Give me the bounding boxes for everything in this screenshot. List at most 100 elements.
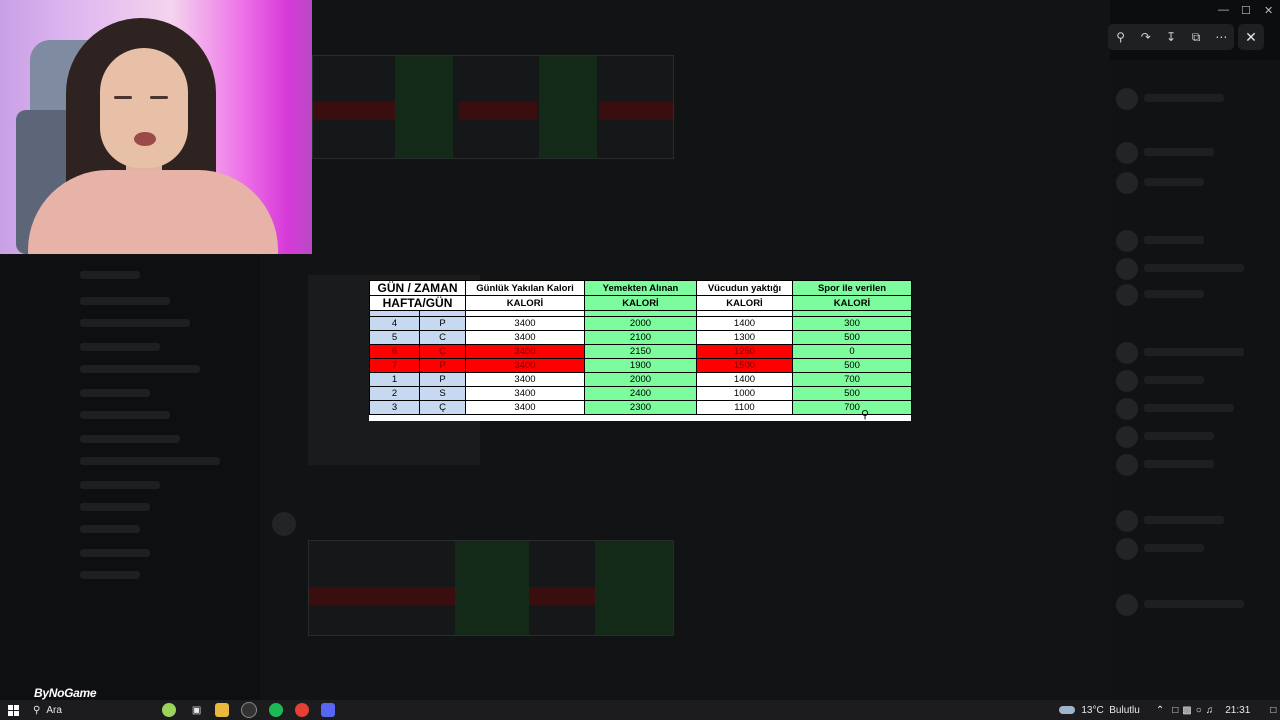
close-window-icon[interactable]: ✕ bbox=[1264, 4, 1273, 17]
table-row: 1 P 3400 2000 1400 700 bbox=[369, 372, 912, 387]
maximize-icon[interactable]: ☐ bbox=[1241, 4, 1251, 17]
table-row: 5 C 3400 2100 1300 500 bbox=[369, 330, 912, 345]
background-table-image-2 bbox=[308, 540, 674, 636]
weather-icon bbox=[1059, 706, 1076, 714]
day-cell: Ç bbox=[419, 400, 466, 415]
close-icon: ✕ bbox=[1245, 28, 1257, 45]
discord-icon[interactable] bbox=[321, 703, 336, 717]
widget-icon[interactable] bbox=[161, 703, 176, 717]
body-cell: 1500 bbox=[696, 358, 793, 373]
table-row-highlighted: 6 Ç 3400 2150 1250 0 bbox=[369, 344, 912, 359]
burned-cell: 3400 bbox=[465, 330, 585, 345]
app-icon[interactable] bbox=[241, 702, 258, 718]
spotify-icon[interactable] bbox=[269, 703, 284, 717]
file-explorer-icon[interactable] bbox=[215, 703, 230, 717]
header-unit: KALORİ bbox=[696, 295, 793, 311]
burned-cell: 3400 bbox=[465, 372, 585, 387]
table-row: 3 Ç 3400 2300 1100 700 bbox=[369, 400, 912, 415]
header-day-time: GÜN / ZAMAN bbox=[369, 280, 466, 296]
week-cell: 3 bbox=[369, 400, 420, 415]
image-viewer-toolbar: ⚲ ↷ ↧ ⧉ ⋯ bbox=[1108, 24, 1234, 50]
zoom-cursor-icon: ⚲ bbox=[861, 409, 870, 421]
week-cell: 1 bbox=[369, 372, 420, 387]
body-cell: 1300 bbox=[696, 330, 793, 345]
zoom-in-icon[interactable]: ⚲ bbox=[1112, 30, 1130, 44]
body-cell: 1400 bbox=[696, 316, 793, 331]
windows-start-icon[interactable] bbox=[8, 704, 19, 716]
streamer-shirt bbox=[28, 170, 278, 254]
burned-cell: 3400 bbox=[465, 344, 585, 359]
header-food-intake: Yemekten Alınan bbox=[584, 280, 697, 296]
food-cell: 2400 bbox=[584, 386, 697, 401]
table-row-highlighted: 7 P 3400 1900 1500 500 bbox=[369, 358, 912, 373]
food-cell: 2000 bbox=[584, 372, 697, 387]
open-external-icon[interactable]: ⧉ bbox=[1187, 30, 1205, 45]
brand-watermark: ByNoGame bbox=[34, 686, 97, 700]
food-cell: 1900 bbox=[584, 358, 697, 373]
header-row-1: GÜN / ZAMAN Günlük Yakılan Kalori Yemekt… bbox=[369, 280, 912, 296]
week-cell: 4 bbox=[369, 316, 420, 331]
day-cell: C bbox=[419, 330, 466, 345]
close-viewer-button[interactable]: ✕ bbox=[1238, 24, 1264, 50]
body-cell: 1250 bbox=[696, 344, 793, 359]
search-icon[interactable]: ⚲ bbox=[33, 705, 40, 716]
table-row: 2 S 3400 2400 1000 500 bbox=[369, 386, 912, 401]
webcam-overlay bbox=[0, 0, 312, 254]
share-icon[interactable]: ↷ bbox=[1137, 30, 1155, 44]
sport-cell: 700 bbox=[792, 372, 912, 387]
sport-cell: 500 bbox=[792, 358, 912, 373]
header-row-2: HAFTA/GÜN KALORİ KALORİ KALORİ KALORİ bbox=[369, 295, 912, 311]
burned-cell: 3400 bbox=[465, 358, 585, 373]
week-cell: 5 bbox=[369, 330, 420, 345]
sport-cell: 0 bbox=[792, 344, 912, 359]
calorie-table: GÜN / ZAMAN Günlük Yakılan Kalori Yemekt… bbox=[369, 280, 912, 415]
clock[interactable]: 21:31 bbox=[1225, 705, 1250, 716]
header-daily-burned: Günlük Yakılan Kalori bbox=[465, 280, 585, 296]
header-unit: KALORİ bbox=[792, 295, 912, 311]
channel-sidebar bbox=[0, 255, 260, 700]
taskbar-search-label[interactable]: Ara bbox=[46, 705, 62, 716]
day-cell: Ç bbox=[419, 344, 466, 359]
member-list bbox=[1110, 60, 1280, 700]
day-cell: P bbox=[419, 372, 466, 387]
tray-icons[interactable]: □▩○♫ bbox=[1172, 705, 1217, 716]
header-unit: KALORİ bbox=[584, 295, 697, 311]
minimize-icon[interactable]: — bbox=[1218, 4, 1229, 16]
sport-cell: 300 bbox=[792, 316, 912, 331]
week-cell: 2 bbox=[369, 386, 420, 401]
header-body-burned: Vücudun yaktığı bbox=[696, 280, 793, 296]
background-table-image bbox=[312, 55, 674, 159]
calorie-table-image[interactable]: GÜN / ZAMAN Günlük Yakılan Kalori Yemekt… bbox=[369, 280, 912, 421]
body-cell: 1000 bbox=[696, 386, 793, 401]
chevron-up-icon[interactable]: ⌃ bbox=[1156, 705, 1164, 716]
food-cell: 2000 bbox=[584, 316, 697, 331]
week-cell: 7 bbox=[369, 358, 420, 373]
sport-cell: 700 bbox=[792, 400, 912, 415]
burned-cell: 3400 bbox=[465, 316, 585, 331]
streamer-face bbox=[100, 48, 188, 168]
burned-cell: 3400 bbox=[465, 386, 585, 401]
download-icon[interactable]: ↧ bbox=[1162, 30, 1180, 44]
chrome-icon[interactable] bbox=[295, 703, 310, 717]
header-sport: Spor ile verilen bbox=[792, 280, 912, 296]
header-week-day: HAFTA/GÜN bbox=[369, 295, 466, 311]
header-unit: KALORİ bbox=[465, 295, 585, 311]
taskbar: ⚲ Ara ▣ 13°C Bulutlu ⌃ □▩○♫ 21:31 □ bbox=[0, 700, 1280, 720]
food-cell: 2100 bbox=[584, 330, 697, 345]
task-view-icon[interactable]: ▣ bbox=[192, 705, 201, 716]
day-cell: P bbox=[419, 316, 466, 331]
food-cell: 2150 bbox=[584, 344, 697, 359]
sport-cell: 500 bbox=[792, 386, 912, 401]
weather-text[interactable]: 13°C Bulutlu bbox=[1081, 705, 1139, 716]
day-cell: P bbox=[419, 358, 466, 373]
body-cell: 1100 bbox=[696, 400, 793, 415]
week-cell: 6 bbox=[369, 344, 420, 359]
more-icon[interactable]: ⋯ bbox=[1212, 30, 1230, 44]
notification-icon[interactable]: □ bbox=[1270, 705, 1276, 716]
sport-cell: 500 bbox=[792, 330, 912, 345]
body-cell: 1400 bbox=[696, 372, 793, 387]
food-cell: 2300 bbox=[584, 400, 697, 415]
day-cell: S bbox=[419, 386, 466, 401]
table-row: 4 P 3400 2000 1400 300 bbox=[369, 316, 912, 331]
burned-cell: 3400 bbox=[465, 400, 585, 415]
